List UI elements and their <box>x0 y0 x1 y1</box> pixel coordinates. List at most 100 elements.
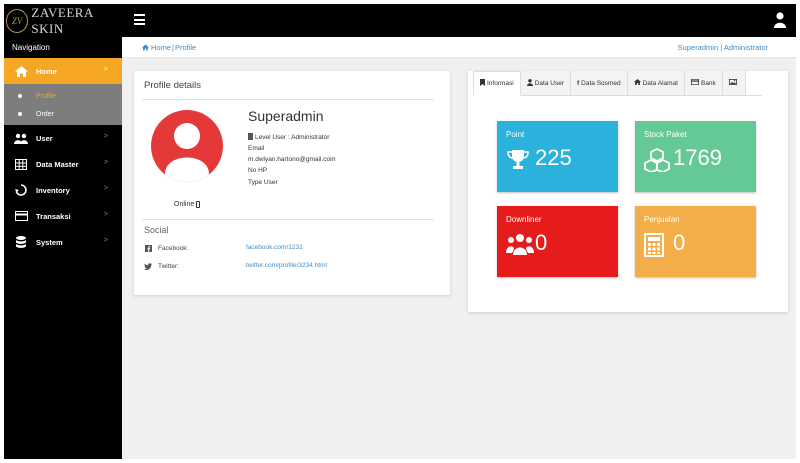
tab-label: Bank <box>700 79 716 87</box>
sidebar-item-system[interactable]: System > <box>4 229 122 255</box>
app-frame: ZV ZAVEERA SKIN Navigation Home > Profil… <box>4 4 796 459</box>
tab-data-alamat[interactable]: Data Alamat <box>627 71 685 96</box>
twitter-link[interactable]: twitter.com/profile/3234.html <box>246 262 327 269</box>
tile-label: Downliner <box>506 215 542 224</box>
sidebar-item-home[interactable]: Home > <box>4 58 122 84</box>
tile-label: Point <box>506 130 525 139</box>
avatar <box>151 110 223 182</box>
user-icon <box>526 78 533 88</box>
credit-card-icon <box>691 78 699 87</box>
image-icon <box>728 79 737 87</box>
tile-value: 0 <box>535 230 548 255</box>
breadcrumb-home-link[interactable]: Home <box>151 43 171 52</box>
tile-value: 225 <box>535 145 572 170</box>
profile-card-title: Profile details <box>144 80 202 91</box>
chevron-right-icon: > <box>103 237 108 244</box>
tab-label: Data Sosmed <box>581 79 621 87</box>
tab-data-sosmed[interactable]: f Data Sosmed <box>571 71 628 96</box>
facebook-square-icon <box>144 244 152 252</box>
facebook-icon: f <box>577 79 580 87</box>
sidebar-item-label: Inventory <box>36 185 70 195</box>
sidebar-item-inventory[interactable]: Inventory > <box>4 177 122 203</box>
chevron-right-icon: > <box>103 159 108 166</box>
table-icon <box>14 158 28 170</box>
divider <box>142 219 434 220</box>
avatar-person-icon <box>165 123 209 182</box>
sidebar-item-label: User <box>36 133 53 143</box>
sidebar-item-data-master[interactable]: Data Master > <box>4 151 122 177</box>
penjualan-tile[interactable]: Penjualan 0 <box>635 206 756 277</box>
menu-toggle-icon[interactable] <box>134 14 145 25</box>
profile-card: Profile details Online Superadmin Level … <box>134 71 450 295</box>
sidebar: Navigation Home > Profile Order User > D… <box>4 37 122 459</box>
breadcrumb: Home | Profile <box>142 43 196 52</box>
chevron-right-icon: > <box>103 66 108 73</box>
profile-email-label: Email <box>248 145 265 152</box>
stock-paket-tile[interactable]: Stock Paket 1769 <box>635 121 756 192</box>
calculator-icon <box>644 233 664 257</box>
sidebar-item-user[interactable]: User > <box>4 125 122 151</box>
profile-level: Level User : Administrator <box>248 133 329 141</box>
profile-type-label: Type User <box>248 179 278 186</box>
social-twitter-label: Twitter: <box>158 262 179 270</box>
breadcrumb-current[interactable]: Profile <box>175 43 196 52</box>
breadcrumb-bar: Home | Profile Superadmin | Administrato… <box>122 37 796 58</box>
twitter-icon <box>144 262 152 270</box>
tile-label: Penjualan <box>644 215 680 224</box>
tile-value: 1769 <box>673 145 722 170</box>
mobile-icon <box>196 201 201 208</box>
social-title: Social <box>144 225 169 235</box>
sidebar-item-label: Home <box>36 66 57 76</box>
submenu-item-profile[interactable]: Profile <box>4 87 122 105</box>
profile-email: m.dwiyan.hartono@gmail.com <box>248 156 336 163</box>
users-icon <box>14 132 28 144</box>
breadcrumb-separator: | <box>172 42 174 52</box>
downliner-tile[interactable]: Downliner 0 <box>497 206 618 277</box>
point-tile[interactable]: Point 225 <box>497 121 618 192</box>
home-submenu: Profile Order <box>4 84 122 125</box>
facebook-link[interactable]: facebook.com/1231 <box>246 244 303 251</box>
top-bar: ZV ZAVEERA SKIN <box>4 4 796 37</box>
database-icon <box>14 236 28 248</box>
info-tab-card: Informasi Data User f Data Sosmed Data A… <box>468 71 788 312</box>
tab-bank[interactable]: Bank <box>684 71 723 96</box>
submenu-item-label: Order <box>36 110 54 118</box>
credit-card-icon <box>14 210 28 222</box>
tile-value: 0 <box>673 230 686 255</box>
bookmark-icon <box>480 79 485 88</box>
divider <box>142 99 434 100</box>
bullet-icon <box>18 94 22 98</box>
tile-label: Stock Paket <box>644 130 687 139</box>
level-icon <box>248 133 253 140</box>
sidebar-title: Navigation <box>12 43 50 52</box>
profile-name: Superadmin <box>248 108 324 124</box>
recycle-icon <box>14 184 28 196</box>
brand-logo-icon: ZV <box>6 8 29 33</box>
chevron-right-icon: > <box>103 185 108 192</box>
home-icon <box>14 65 28 77</box>
brand-name: ZAVEERA SKIN <box>31 4 94 36</box>
tab-informasi[interactable]: Informasi <box>473 71 521 96</box>
sidebar-item-transaksi[interactable]: Transaksi > <box>4 203 122 229</box>
tab-label: Data Alamat <box>642 79 678 87</box>
cubes-icon <box>644 148 670 172</box>
social-row-facebook: Facebook: <box>144 244 188 252</box>
users-icon <box>506 234 534 255</box>
profile-phone-label: No HP <box>248 167 268 174</box>
profile-level-text: Level User : Administrator <box>255 134 330 141</box>
status-label: Online <box>174 201 195 208</box>
user-menu-icon[interactable] <box>774 12 786 28</box>
bullet-icon <box>18 112 22 116</box>
tab-bar: Informasi Data User f Data Sosmed Data A… <box>473 71 746 96</box>
tab-image[interactable] <box>722 71 746 96</box>
tab-data-user[interactable]: Data User <box>520 71 571 96</box>
brand[interactable]: ZV ZAVEERA SKIN <box>4 4 122 37</box>
submenu-item-order[interactable]: Order <box>4 105 122 123</box>
sidebar-item-label: Data Master <box>36 159 79 169</box>
social-row-twitter: Twitter: <box>144 262 179 270</box>
account-label[interactable]: Superadmin | Administrator <box>678 43 768 52</box>
chevron-right-icon: > <box>103 133 108 140</box>
sidebar-item-label: System <box>36 237 63 247</box>
online-status: Online <box>174 201 201 208</box>
sidebar-item-label: Transaksi <box>36 211 71 221</box>
